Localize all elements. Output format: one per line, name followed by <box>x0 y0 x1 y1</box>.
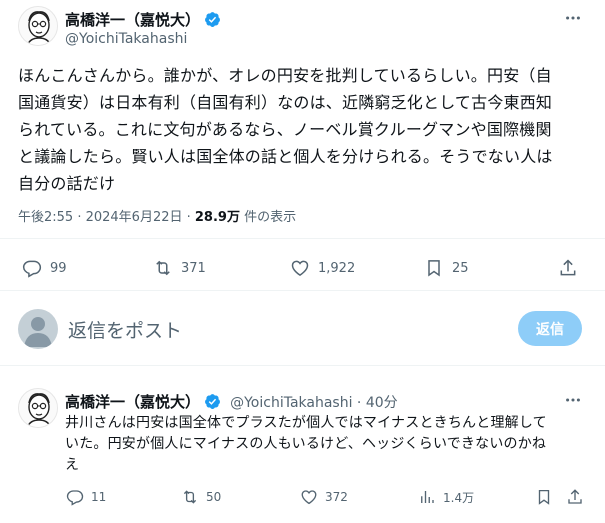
share-action[interactable] <box>558 258 578 278</box>
tweet-text-line: と議論したら。賢い人は国全体の話と個人を分けられる。そうでない人は <box>18 147 553 166</box>
share-icon <box>560 259 576 276</box>
heart-icon <box>291 260 309 276</box>
reply-icon <box>66 490 84 506</box>
tweet-meta: 午後2:55 · 2024年6月22日 · 28.9万 件の表示 <box>18 206 296 225</box>
bookmark-action[interactable]: 25 <box>424 258 469 278</box>
divider <box>0 365 605 366</box>
heart-icon <box>301 490 317 505</box>
reply-author-name[interactable]: 高橋洋一（嘉悦大） <box>65 393 200 411</box>
reply-more-options-button[interactable] <box>563 390 583 410</box>
reply-bookmark-action[interactable] <box>535 488 553 506</box>
repost-action[interactable]: 371 <box>153 258 206 278</box>
author-name[interactable]: 高橋洋一（嘉悦大） <box>65 11 200 29</box>
author-caricature-icon <box>19 389 57 427</box>
reply-repost-action[interactable]: 50 <box>181 488 221 506</box>
reply-repost-count: 50 <box>206 490 222 504</box>
tweet-text-line: 自分の話だけ <box>18 174 116 193</box>
default-user-icon <box>24 317 52 347</box>
reply-author-avatar[interactable] <box>18 388 58 428</box>
reply-action[interactable]: 99 <box>22 258 67 278</box>
author-name-row[interactable]: 高橋洋一（嘉悦大） <box>65 9 221 30</box>
tweet-text-line: ほんこんさんから。誰かが、オレの円安を批判しているらしい。円安（自 <box>18 66 552 85</box>
tweet-timestamp[interactable]: 午後2:55 · 2024年6月22日 · <box>18 210 195 225</box>
view-count: 28.9万 <box>194 210 240 225</box>
reply-reply-count: 11 <box>91 490 107 504</box>
reply-share-action[interactable] <box>566 488 584 506</box>
reply-text-line: いた。円安が個人にマイナスの人もいるけど、ヘッジくらいできないのかね <box>65 436 547 452</box>
more-dots-icon <box>566 398 580 402</box>
reply-button[interactable]: 返信 <box>518 311 582 346</box>
verified-badge-icon <box>205 12 220 27</box>
reply-text-line: 井川さんは円安は国全体でプラスたが個人ではマイナスときちんと理解して <box>65 415 547 431</box>
tweet-text-line: られている。これに文句があるなら、ノーベル賞クルーグマンや国際機関 <box>18 120 552 139</box>
bookmark-count: 25 <box>452 260 469 276</box>
reply-views-action[interactable]: 1.4万 <box>418 488 474 506</box>
bookmark-icon <box>428 260 440 277</box>
divider <box>0 290 605 291</box>
reply-header: 高橋洋一（嘉悦大） @YoichiTakahashi · 40分 <box>65 391 398 412</box>
tweet-body: ほんこんさんから。誰かが、オレの円安を批判しているらしい。円安（自 国通貨安）は… <box>18 62 598 197</box>
tweet-text-line: 国通貨安）は日本有利（自国有利）なのは、近隣窮乏化として古今東西知 <box>18 93 553 112</box>
reply-icon <box>22 260 42 278</box>
view-label: 件の表示 <box>239 210 297 225</box>
divider <box>0 238 605 239</box>
like-count: 1,922 <box>318 260 356 276</box>
repost-count: 371 <box>181 260 206 276</box>
repost-icon <box>183 490 197 504</box>
reply-like-count: 372 <box>325 490 348 504</box>
reply-like-action[interactable]: 372 <box>300 488 348 506</box>
author-caricature-icon <box>19 7 57 45</box>
views-chart-icon <box>421 491 434 503</box>
reply-reply-action[interactable]: 11 <box>66 488 106 506</box>
verified-badge-icon <box>205 394 220 409</box>
bookmark-icon <box>538 489 550 505</box>
reply-text-line: え <box>65 457 80 473</box>
reply-view-count: 1.4万 <box>443 490 475 505</box>
repost-icon <box>156 260 170 276</box>
more-options-button[interactable] <box>563 8 583 28</box>
reply-count: 99 <box>50 260 67 276</box>
more-dots-icon <box>566 16 580 20</box>
reply-handle-time[interactable]: @YoichiTakahashi · 40分 <box>230 395 398 411</box>
author-avatar[interactable] <box>18 6 58 46</box>
user-avatar[interactable] <box>18 309 58 349</box>
reply-input[interactable]: 返信をポスト <box>68 316 498 343</box>
reply-body: 井川さんは円安は国全体でプラスたが個人ではマイナスときちんと理解して いた。円安… <box>65 413 600 476</box>
author-handle[interactable]: @YoichiTakahashi <box>65 31 187 47</box>
like-action[interactable]: 1,922 <box>290 258 355 278</box>
share-icon <box>568 489 582 504</box>
